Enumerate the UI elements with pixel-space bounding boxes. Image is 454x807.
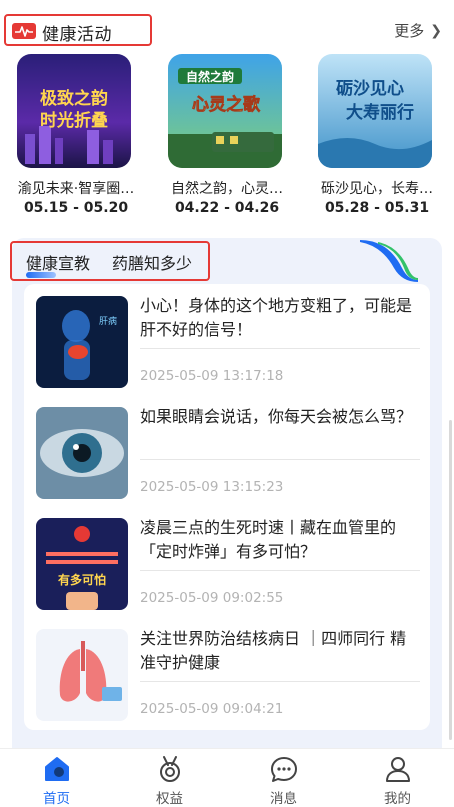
list-item[interactable]: 关注世界防治结核病日 ｜四师同行 精准守护健康 2025-05-09 09:04… xyxy=(24,617,430,727)
svg-text:自然之韵: 自然之韵 xyxy=(186,69,234,84)
activity-card[interactable]: 极致之韵 时光折叠 渝见未来·智享圈… 05.15 - 05.20 xyxy=(6,54,146,224)
article-timestamp: 2025-05-09 13:17:18 xyxy=(140,368,284,384)
article-title: 小心！身体的这个地方变粗了，可能是肝不好的信号！ xyxy=(140,296,413,339)
article-timestamp: 2025-05-09 13:15:23 xyxy=(140,479,284,495)
nav-label: 消息 xyxy=(270,791,297,807)
svg-text:极致之韵: 极致之韵 xyxy=(40,88,108,109)
tab-medicinal-diet[interactable]: 药膳知多少 xyxy=(112,250,192,274)
nav-mine[interactable]: 我的 xyxy=(341,749,454,807)
nav-label: 权益 xyxy=(156,791,183,807)
nav-home[interactable]: 首页 xyxy=(0,749,113,807)
article-title: 如果眼睛会说话，你每天会被怎么骂？ xyxy=(140,407,413,426)
list-item[interactable]: 有多可怕 凌晨三点的生死时速丨藏在血管里的「定时炸弹」有多可怕？ 2025-05… xyxy=(24,506,430,616)
more-label: 更多 xyxy=(394,22,425,40)
more-link[interactable]: 更多 ❯ xyxy=(394,20,442,41)
svg-text:时光折叠: 时光折叠 xyxy=(40,110,108,131)
tab-health-education[interactable]: 健康宣教 xyxy=(26,250,90,274)
activity-thumbnail: 自然之韵 心灵之歌 xyxy=(168,54,282,168)
bottom-nav: 首页 权益 消息 我的 xyxy=(0,748,454,807)
activity-name: 渝见未来·智享圈… xyxy=(17,181,135,197)
nav-benefits[interactable]: 权益 xyxy=(113,749,226,807)
chat-icon xyxy=(271,757,297,782)
svg-text:有多可怕: 有多可怕 xyxy=(58,572,106,587)
activity-date: 05.15 - 05.20 xyxy=(23,200,129,216)
article-title: 凌晨三点的生死时速丨藏在血管里的「定时炸弹」有多可怕？ xyxy=(140,518,397,561)
svg-text:砺沙见心: 砺沙见心 xyxy=(336,79,404,99)
activity-section-header: 健康活动 更多 ❯ xyxy=(0,0,454,50)
activity-date: 05.28 - 05.31 xyxy=(324,200,430,216)
article-timestamp: 2025-05-09 09:02:55 xyxy=(140,590,284,606)
chevron-right-icon: ❯ xyxy=(430,22,442,39)
article-title: 关注世界防治结核病日 ｜四师同行 精准守护健康 xyxy=(140,629,407,672)
list-item[interactable]: 如果眼睛会说话，你每天会被怎么骂？ 2025-05-09 13:15:23 xyxy=(24,395,430,505)
home-icon xyxy=(45,757,69,781)
heartbeat-icon xyxy=(12,23,36,39)
nav-messages[interactable]: 消息 xyxy=(227,749,340,807)
divider xyxy=(140,459,420,460)
nav-label: 首页 xyxy=(43,791,70,807)
list-item[interactable]: 肝病 小心！身体的这个地方变粗了，可能是肝不好的信号！ 2025-05-09 1… xyxy=(24,284,430,394)
scrollbar[interactable] xyxy=(449,420,452,740)
activity-name: 砾沙见心，长寿… xyxy=(321,181,433,197)
divider xyxy=(140,348,420,349)
activity-thumbnail: 砺沙见心 大寿丽行 xyxy=(318,54,432,168)
medal-icon xyxy=(160,756,180,782)
activity-card[interactable]: 砺沙见心 大寿丽行 砾沙见心，长寿… 05.28 - 05.31 xyxy=(307,54,447,224)
article-list: 肝病 小心！身体的这个地方变粗了，可能是肝不好的信号！ 2025-05-09 1… xyxy=(24,284,430,730)
activity-date: 04.22 - 04.26 xyxy=(174,200,280,216)
activity-name: 自然之韵，心灵… xyxy=(171,181,283,197)
article-timestamp: 2025-05-09 09:04:21 xyxy=(140,701,284,717)
wave-decoration-icon xyxy=(360,240,418,282)
activity-section-title: 健康活动 xyxy=(42,25,112,45)
article-thumbnail: 有多可怕 xyxy=(36,518,128,610)
svg-text:肝病: 肝病 xyxy=(99,315,117,327)
activity-card[interactable]: 自然之韵 心灵之歌 自然之韵，心灵… 04.22 - 04.26 xyxy=(157,54,297,224)
activity-thumbnail: 极致之韵 时光折叠 xyxy=(17,54,131,168)
svg-text:心灵之歌: 心灵之歌 xyxy=(192,94,261,115)
divider xyxy=(140,570,420,571)
svg-text:大寿丽行: 大寿丽行 xyxy=(346,102,414,123)
user-icon xyxy=(386,757,410,782)
divider xyxy=(140,681,420,682)
nav-label: 我的 xyxy=(384,791,411,807)
article-thumbnail xyxy=(36,407,128,499)
article-thumbnail: 肝病 xyxy=(36,296,128,388)
article-thumbnail xyxy=(36,629,128,721)
